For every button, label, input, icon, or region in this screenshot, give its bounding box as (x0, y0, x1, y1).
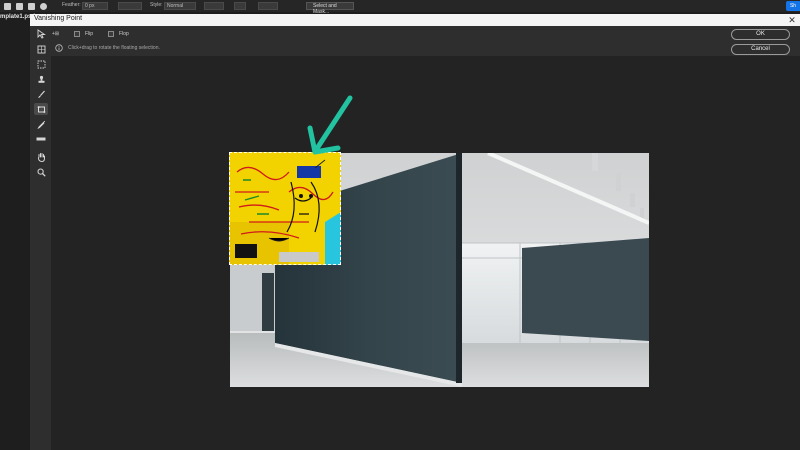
measure-tool[interactable] (34, 133, 48, 145)
flop-checkbox[interactable] (108, 31, 114, 37)
ruler-icon (36, 137, 46, 141)
vanishing-point-toolbar (30, 26, 52, 450)
info-icon (55, 44, 63, 52)
close-icon[interactable]: ✕ (787, 15, 797, 25)
cancel-button[interactable]: Cancel (731, 44, 790, 55)
dialog-title: Vanishing Point (34, 15, 83, 22)
dialog-titlebar: Vanishing Point ✕ (30, 14, 800, 26)
eyedropper-icon (36, 120, 45, 129)
marquee-icon (37, 60, 45, 68)
transform-tool[interactable] (34, 103, 48, 115)
brush-icon (37, 90, 45, 98)
ok-button[interactable]: OK (731, 29, 790, 40)
edit-plane-tool[interactable] (34, 28, 48, 40)
anti-alias-checkbox[interactable] (118, 2, 142, 10)
heal-mode-label: +⊞ (52, 31, 60, 37)
hand-tool[interactable] (34, 151, 48, 163)
width-input[interactable] (204, 2, 224, 10)
marquee-options-icon[interactable] (16, 3, 23, 10)
home-icon[interactable] (4, 3, 11, 10)
preview-canvas[interactable] (51, 56, 800, 450)
selection-mode-icon[interactable] (28, 3, 35, 10)
vanishing-point-dialog: Vanishing Point ✕ +⊞ Flip Flop Click+dra… (30, 14, 800, 450)
zoom-tool[interactable] (34, 166, 48, 178)
feather-label: Feather: (62, 2, 81, 8)
flip-label: Flip (85, 31, 94, 37)
eyedropper-tool[interactable] (34, 118, 48, 130)
marquee-tool[interactable] (34, 58, 48, 70)
hint-text: Click+drag to rotate the floating select… (68, 45, 160, 51)
select-and-mask-button[interactable]: Select and Mask... (306, 2, 354, 15)
intersect-icon[interactable] (40, 3, 47, 10)
grid-plane-icon (37, 45, 45, 53)
feather-input[interactable]: 0 px (82, 2, 108, 10)
hand-icon (37, 153, 45, 162)
style-select[interactable]: Normal (164, 2, 196, 10)
style-label: Style: (150, 2, 163, 8)
annotation-arrow-icon (307, 95, 353, 155)
stamp-icon (38, 75, 44, 83)
floating-selection[interactable] (229, 152, 341, 265)
height-input[interactable] (258, 2, 278, 10)
brush-tool[interactable] (34, 88, 48, 100)
share-button[interactable]: Sh (786, 1, 800, 11)
transform-icon (37, 105, 45, 113)
swap-icon[interactable] (234, 2, 246, 10)
background-options-bar: Feather: 0 px Style: Normal Select and M… (0, 0, 800, 15)
zoom-icon (37, 168, 46, 177)
stamp-tool[interactable] (34, 73, 48, 85)
flop-label: Flop (119, 31, 129, 37)
create-plane-tool[interactable] (34, 43, 48, 55)
arrow-pointer-icon (37, 29, 46, 39)
flip-checkbox[interactable] (74, 31, 80, 37)
